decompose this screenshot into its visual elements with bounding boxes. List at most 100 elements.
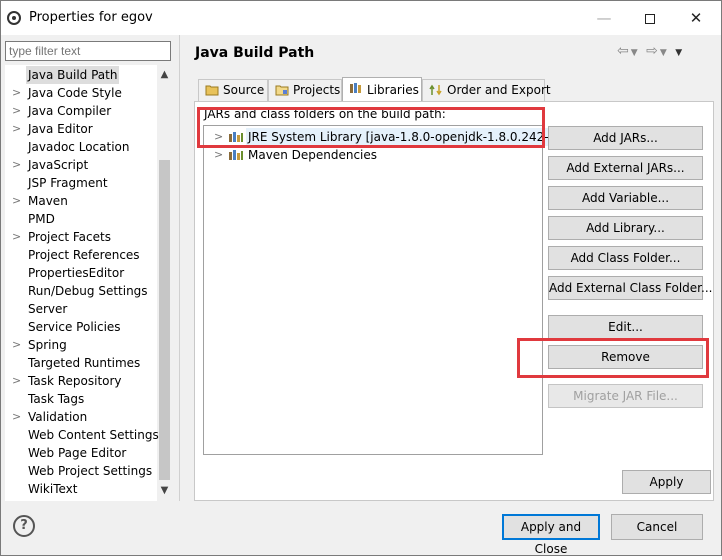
chevron-right-icon[interactable]: > <box>12 372 21 390</box>
build-path-label: JARs and class folders on the build path… <box>204 107 446 121</box>
nav-item-label: Validation <box>28 410 88 424</box>
close-button[interactable]: ✕ <box>673 1 719 35</box>
nav-item-label: Web Page Editor <box>28 446 127 460</box>
tab-label: Libraries <box>367 83 419 97</box>
nav-item[interactable]: > JavaScript <box>5 156 155 174</box>
add-class-folder-button[interactable]: Add Class Folder... <box>548 246 703 270</box>
library-label: JRE System Library [java-1.8.0-openjdk-1… <box>246 128 563 146</box>
cancel-button[interactable]: Cancel <box>611 514 703 540</box>
back-menu-icon[interactable]: ▼ <box>631 48 640 58</box>
nav-item-label: Java Compiler <box>28 104 112 118</box>
nav-item-label: Java Build Path <box>26 66 120 84</box>
scroll-thumb[interactable] <box>159 160 170 480</box>
forward-icon[interactable]: ⇨ <box>646 43 660 59</box>
nav-item[interactable]: Javadoc Location <box>5 138 155 156</box>
nav-item[interactable]: Task Tags <box>5 390 155 408</box>
nav-item[interactable]: Server <box>5 300 155 318</box>
chevron-right-icon[interactable]: > <box>12 408 21 426</box>
libraries-icon <box>350 83 361 93</box>
chevron-right-icon[interactable]: > <box>12 120 21 138</box>
chevron-right-icon[interactable]: > <box>12 102 21 120</box>
chevron-right-icon[interactable]: > <box>214 128 223 146</box>
nav-item[interactable]: > Project Facets <box>5 228 155 246</box>
remove-button[interactable]: Remove <box>548 345 703 369</box>
nav-item[interactable]: Web Content Settings <box>5 426 159 444</box>
nav-item[interactable]: Project References <box>5 246 155 264</box>
tab-label: Projects <box>293 83 341 97</box>
library-tree[interactable]: > JRE System Library [java-1.8.0-openjdk… <box>203 125 563 455</box>
nav-scrollbar[interactable]: ▲ ▼ <box>157 65 172 501</box>
nav-item[interactable]: Web Project Settings <box>5 462 155 480</box>
history-nav: ⇦▼ ⇨▼ ▼ <box>617 43 684 59</box>
tab-projects[interactable]: Projects <box>268 79 342 101</box>
page-title: Java Build Path <box>195 45 315 61</box>
project-icon <box>275 85 289 96</box>
nav-item[interactable]: PMD <box>5 210 155 228</box>
chevron-right-icon[interactable]: > <box>12 156 21 174</box>
nav-item-label: Spring <box>28 338 67 352</box>
tab-libraries[interactable]: Libraries <box>342 77 422 101</box>
chevron-right-icon[interactable]: > <box>12 84 21 102</box>
nav-item[interactable]: Run/Debug Settings <box>5 282 155 300</box>
eclipse-icon <box>7 11 21 25</box>
panel-splitter[interactable] <box>179 35 180 501</box>
scroll-up-icon[interactable]: ▲ <box>157 67 172 83</box>
nav-item[interactable]: > Task Repository <box>5 372 155 390</box>
nav-item[interactable]: Service Policies <box>5 318 155 336</box>
tab-source[interactable]: Source <box>198 79 268 101</box>
nav-item[interactable]: > Validation <box>5 408 155 426</box>
nav-item-label: Server <box>28 302 68 316</box>
maximize-icon <box>645 13 655 24</box>
apply-button[interactable]: Apply <box>622 470 711 494</box>
nav-item[interactable]: Java Build Path <box>5 66 155 84</box>
nav-item[interactable]: > Java Compiler <box>5 102 155 120</box>
minimize-button[interactable]: — <box>581 1 627 35</box>
order-export-icon <box>429 84 442 96</box>
properties-dialog: Properties for egov — ✕ ▲ ▼ Java Build P… <box>0 0 722 556</box>
nav-item[interactable]: > Java Code Style <box>5 84 155 102</box>
add-jars-button[interactable]: Add JARs... <box>548 126 703 150</box>
nav-item-label: Web Project Settings <box>28 464 153 478</box>
nav-item[interactable]: Targeted Runtimes <box>5 354 155 372</box>
forward-menu-icon[interactable]: ▼ <box>660 48 669 58</box>
view-menu-icon[interactable]: ▼ <box>675 48 684 58</box>
edit-button[interactable]: Edit... <box>548 315 703 339</box>
nav-item[interactable]: PropertiesEditor <box>5 264 155 282</box>
add-library-button[interactable]: Add Library... <box>548 216 703 240</box>
filter-input[interactable] <box>5 41 171 61</box>
tab-label: Order and Export <box>447 83 551 97</box>
nav-item-label: Task Repository <box>28 374 122 388</box>
nav-item-label: Task Tags <box>28 392 85 406</box>
add-external-jars-button[interactable]: Add External JARs... <box>548 156 703 180</box>
nav-item[interactable]: > Spring <box>5 336 155 354</box>
nav-item-label: Web Content Settings <box>28 428 159 442</box>
nav-item[interactable]: > Java Editor <box>5 120 155 138</box>
chevron-right-icon[interactable]: > <box>12 228 21 246</box>
nav-item[interactable]: WikiText <box>5 480 155 498</box>
properties-nav-tree: ▲ ▼ Java Build Path > Java Code Style > Java… <box>5 65 172 501</box>
library-label: Maven Dependencies <box>248 148 378 162</box>
chevron-right-icon[interactable]: > <box>12 192 21 210</box>
apply-and-close-button[interactable]: Apply and Close <box>502 514 600 556</box>
maximize-button[interactable] <box>627 1 673 35</box>
nav-item-label: WikiText <box>28 482 78 496</box>
add-variable-button[interactable]: Add Variable... <box>548 186 703 210</box>
scroll-down-icon[interactable]: ▼ <box>157 483 172 499</box>
nav-item-label: Maven <box>28 194 68 208</box>
nav-item-label: PropertiesEditor <box>28 266 125 280</box>
nav-item[interactable]: Web Page Editor <box>5 444 155 462</box>
nav-item[interactable]: JSP Fragment <box>5 174 155 192</box>
help-icon[interactable]: ? <box>13 515 35 537</box>
chevron-right-icon[interactable]: > <box>12 336 21 354</box>
nav-item-label: Javadoc Location <box>28 140 130 154</box>
nav-item-label: Service Policies <box>28 320 121 334</box>
migrate-jar-button[interactable]: Migrate JAR File... <box>548 384 703 408</box>
chevron-right-icon[interactable]: > <box>214 146 223 164</box>
nav-item-label: Project References <box>28 248 140 262</box>
library-icon <box>229 132 243 142</box>
nav-item[interactable]: > Maven <box>5 192 155 210</box>
source-folder-icon <box>205 85 219 96</box>
back-icon[interactable]: ⇦ <box>617 43 631 59</box>
tab-order-and-export[interactable]: Order and Export <box>422 79 551 101</box>
add-external-class-folder-button[interactable]: Add External Class Folder... <box>548 276 712 300</box>
